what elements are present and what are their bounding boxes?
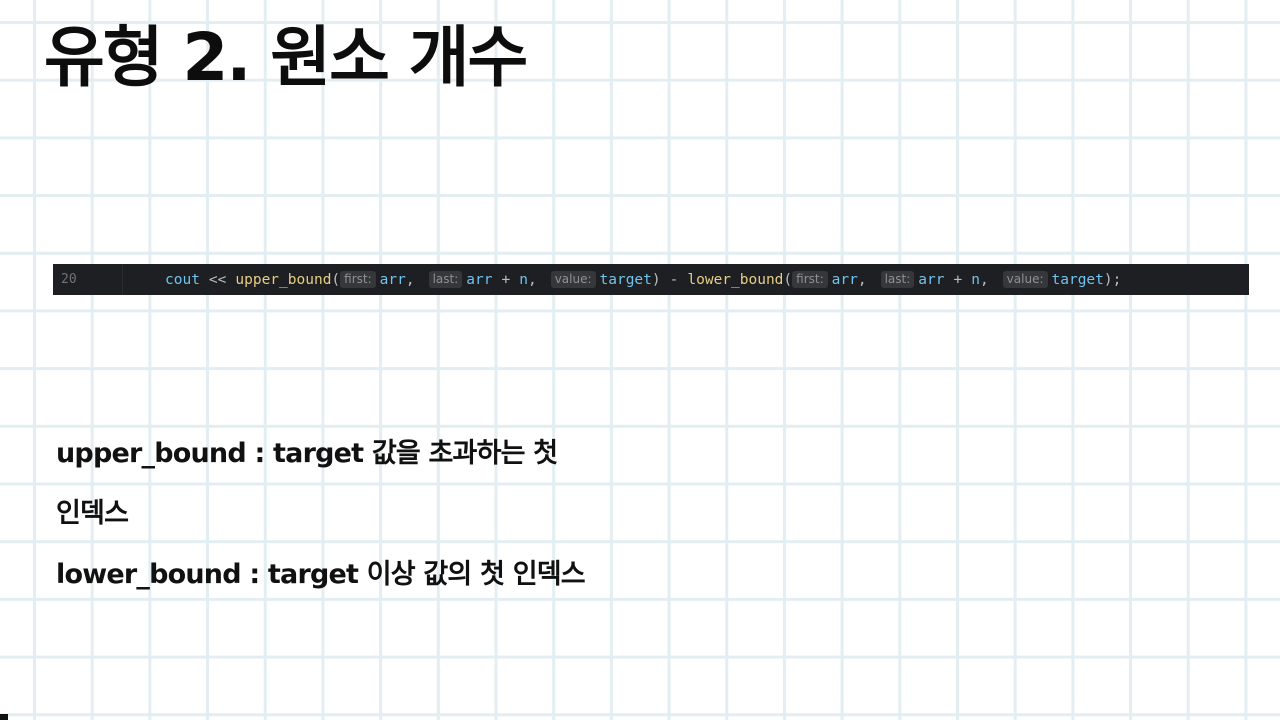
code-token-arr: arr xyxy=(918,271,945,288)
code-token-target: target xyxy=(599,271,652,288)
lower-bound-explanation: lower_bound : target 이상 값의 첫 인덱스 xyxy=(56,559,586,590)
param-hint-value: value: xyxy=(550,270,596,289)
upper-bound-explanation: upper_bound : target 값을 초과하는 첫 xyxy=(56,438,558,469)
code-token-shift: << xyxy=(208,271,227,288)
code-token-close-semicolon: ); xyxy=(1103,271,1122,288)
param-hint-first: first: xyxy=(792,270,828,289)
param-hint-last: last: xyxy=(880,270,915,289)
line-number: 20 xyxy=(53,264,123,295)
code-token-plus: + xyxy=(501,271,511,288)
code-token-arr: arr xyxy=(466,271,493,288)
code-token-target: target xyxy=(1051,271,1104,288)
slide-title: 유형 2. 원소 개수 xyxy=(44,19,528,96)
code-token-n: n xyxy=(519,271,528,288)
code-token-comma: , xyxy=(405,271,415,288)
code-token-comma: , xyxy=(979,271,989,288)
corner-mark xyxy=(0,714,8,720)
code-token-close-paren: ) xyxy=(651,271,661,288)
code-token-comma: , xyxy=(857,271,867,288)
code-token-cout: cout xyxy=(165,271,200,288)
code-token-n: n xyxy=(971,271,980,288)
code-token-arr: arr xyxy=(831,271,858,288)
code-token-open-paren: ( xyxy=(331,271,341,288)
code-line: cout << upper_bound ( first: arr , last:… xyxy=(123,270,1122,289)
param-hint-last: last: xyxy=(428,270,463,289)
param-hint-first: first: xyxy=(340,270,376,289)
code-token-upper-bound: upper_bound xyxy=(235,271,332,288)
code-token-lower-bound: lower_bound xyxy=(687,271,784,288)
code-token-plus: + xyxy=(953,271,963,288)
code-token-open-paren: ( xyxy=(783,271,793,288)
code-token-minus: - xyxy=(669,271,679,288)
code-snippet: 20 cout << upper_bound ( first: arr , la… xyxy=(53,264,1249,295)
code-token-comma: , xyxy=(527,271,537,288)
upper-bound-explanation-continued: 인덱스 xyxy=(56,498,129,529)
param-hint-value: value: xyxy=(1002,270,1048,289)
code-token-arr: arr xyxy=(379,271,406,288)
